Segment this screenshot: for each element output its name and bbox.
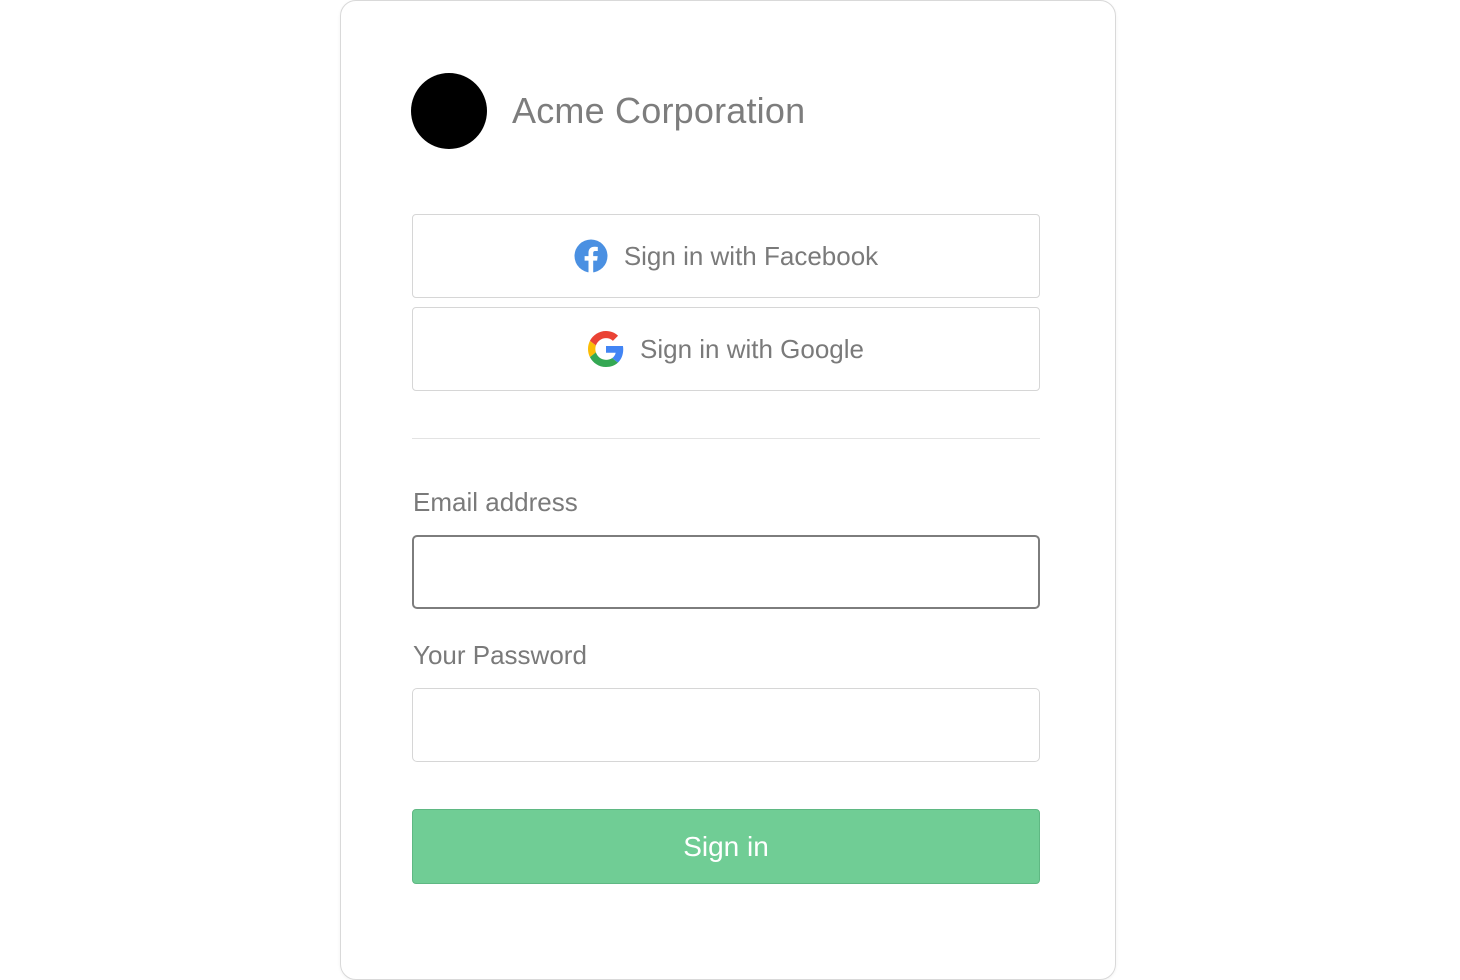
google-signin-label: Sign in with Google	[639, 333, 865, 364]
login-card: Acme Corporation Sign in with Facebook S…	[340, 0, 1116, 980]
company-name: Acme Corporation	[512, 90, 806, 131]
section-divider	[412, 438, 1040, 439]
signin-button[interactable]: Sign in	[412, 809, 1040, 884]
facebook-signin-button[interactable]: Sign in with Facebook	[412, 214, 1040, 298]
company-logo	[411, 73, 487, 149]
brand-header: Acme Corporation	[411, 73, 805, 149]
google-icon	[587, 331, 624, 367]
email-label: Email address	[413, 487, 578, 517]
email-field[interactable]	[412, 535, 1040, 609]
google-signin-button[interactable]: Sign in with Google	[412, 307, 1040, 391]
password-label: Your Password	[413, 640, 587, 670]
password-field[interactable]	[412, 688, 1040, 762]
facebook-icon	[574, 239, 608, 273]
facebook-signin-label: Sign in with Facebook	[623, 240, 879, 271]
